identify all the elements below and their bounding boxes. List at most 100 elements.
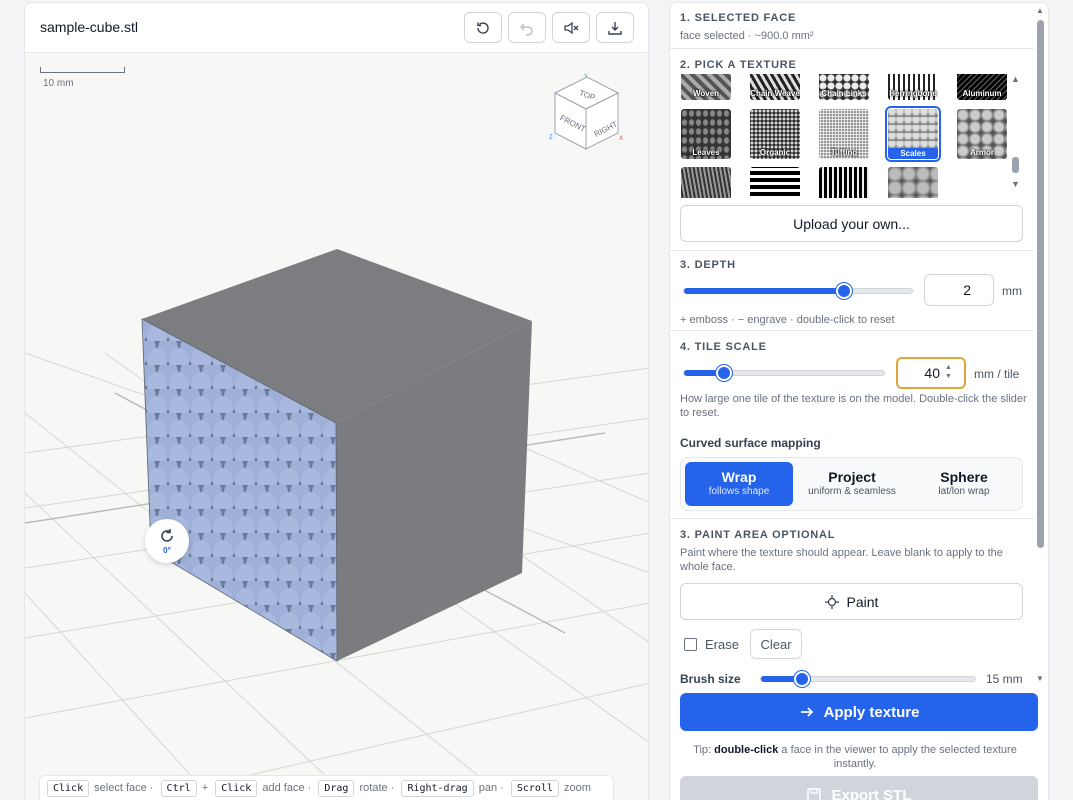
scene-svg: TOP FRONT RIGHT Y Z X xyxy=(25,74,648,800)
mapping-option-sub: follows shape xyxy=(708,486,770,497)
rotate-face-button[interactable]: 0° xyxy=(145,519,189,563)
texture-row3-4[interactable] xyxy=(888,167,938,198)
texture-label: Herringbone xyxy=(889,89,937,98)
brush-size-label: Brush size xyxy=(680,672,741,686)
download-icon xyxy=(608,21,622,35)
clear-button[interactable]: Clear xyxy=(750,629,802,659)
tip-bold: double-click xyxy=(714,744,779,756)
section-title: 3. PAINT AREA OPTIONAL xyxy=(680,529,836,541)
viewport-3d[interactable]: 10 mm TOP FRONT RIGHT Y Z X 0° Click sel… xyxy=(25,53,648,800)
model-cube[interactable] xyxy=(141,249,532,662)
texture-label: Organic xyxy=(759,148,791,157)
paint-button[interactable]: Paint xyxy=(680,583,1023,620)
axis-x-label: X xyxy=(619,136,623,142)
depth-slider[interactable] xyxy=(683,283,913,299)
reset-view-button[interactable] xyxy=(464,12,502,43)
mapping-sphere[interactable]: Sphere lat/lon wrap xyxy=(910,462,1018,506)
axis-y-label: Y xyxy=(584,74,588,80)
section-title: 1. SELECTED FACE xyxy=(680,12,797,24)
panel-scrollbar[interactable]: ▲ ▼ xyxy=(1034,6,1046,690)
viewer-panel: sample-cube.stl 10 mm TOP FRONT RIGHT Y … xyxy=(24,2,649,800)
stepper-icon[interactable]: ▲ ▼ xyxy=(945,363,952,381)
scroll-up-icon[interactable]: ▲ xyxy=(1011,74,1020,84)
paint-label: Paint xyxy=(846,593,879,610)
texture-label: Aluminum xyxy=(962,89,1002,98)
mapping-segmented-control: Wrap follows shape Project uniform & sea… xyxy=(680,457,1023,511)
texture-scales[interactable]: Scales xyxy=(885,106,941,162)
hint-key: Drag xyxy=(318,780,355,797)
rotation-label: 0° xyxy=(163,546,171,555)
hint-text: rotate · xyxy=(359,782,395,794)
hint-key: Click xyxy=(215,780,258,797)
texture-organic[interactable]: Organic xyxy=(750,109,800,159)
export-stl-button[interactable]: Export STL xyxy=(680,776,1038,800)
depth-slider-fill xyxy=(684,288,844,294)
reset-icon xyxy=(477,21,489,34)
texture-chain-weave[interactable]: Chain Weave xyxy=(750,74,800,100)
texture-woven[interactable]: Woven xyxy=(681,74,731,100)
hint-text: select face · xyxy=(94,782,154,794)
download-button[interactable] xyxy=(596,12,634,43)
texture-tufting[interactable]: Tufting xyxy=(819,109,869,159)
brush-size-value: 15 mm xyxy=(986,672,1023,686)
rotate-icon xyxy=(161,529,173,542)
hint-text: zoom xyxy=(564,782,591,794)
undo-button[interactable] xyxy=(508,12,546,43)
texture-scroll[interactable]: ▲ ▼ xyxy=(1010,74,1022,194)
export-stl-label: Export STL xyxy=(831,786,912,800)
tile-scale-input[interactable]: 40 xyxy=(896,357,966,389)
section-title: 2. PICK A TEXTURE xyxy=(680,59,797,71)
section-selected-face: 1. SELECTED FACE face selected · ~900.0 … xyxy=(670,3,1034,49)
erase-checkbox[interactable] xyxy=(684,638,697,651)
hint-key: Right-drag xyxy=(401,780,474,797)
depth-hint: + emboss · − engrave · double-click to r… xyxy=(680,314,895,326)
tile-scale-slider[interactable] xyxy=(683,365,885,381)
mapping-wrap[interactable]: Wrap follows shape xyxy=(685,462,793,506)
hint-key: Scroll xyxy=(510,780,559,797)
texture-label: Leaves xyxy=(692,148,720,157)
save-icon xyxy=(807,788,822,800)
depth-unit: mm xyxy=(1002,284,1022,298)
texture-label: Armor xyxy=(969,148,994,157)
upload-texture-button[interactable]: Upload your own... xyxy=(680,205,1023,242)
hint-text: pan · xyxy=(478,782,504,794)
shortcut-hints: Click select face · Ctrl + Click add fac… xyxy=(39,775,614,800)
paint-hint: Paint where the texture should appear. L… xyxy=(680,547,1003,573)
texture-label: Woven xyxy=(692,89,720,98)
texture-chain-links[interactable]: Chain Links xyxy=(819,74,869,100)
scrollbar-thumb[interactable] xyxy=(1037,20,1044,548)
hint-text: add face · xyxy=(262,782,312,794)
erase-label: Erase xyxy=(705,637,739,652)
view-cube[interactable]: TOP FRONT RIGHT Y Z X xyxy=(549,74,623,150)
texture-aluminum[interactable]: Aluminum xyxy=(957,74,1007,100)
scrollbar-down-icon[interactable]: ▼ xyxy=(1036,674,1044,683)
brush-slider-thumb[interactable] xyxy=(793,671,810,687)
texture-row3-2[interactable] xyxy=(750,167,800,198)
texture-label: Tufting xyxy=(830,148,858,157)
scrollbar-up-icon[interactable]: ▲ xyxy=(1036,6,1044,15)
depth-input[interactable]: 2 xyxy=(924,274,994,306)
apply-texture-button[interactable]: Apply texture xyxy=(680,693,1038,731)
texture-leaves[interactable]: Leaves xyxy=(681,109,731,159)
tile-scale-unit: mm / tile xyxy=(974,367,1020,381)
mapping-project[interactable]: Project uniform & seamless xyxy=(798,462,906,506)
texture-label: Scales xyxy=(888,148,938,159)
tip-prefix: Tip: xyxy=(693,744,715,756)
texture-herringbone[interactable]: Herringbone xyxy=(888,74,938,100)
texture-armor[interactable]: Armor xyxy=(957,109,1007,159)
scroll-down-icon[interactable]: ▼ xyxy=(1011,179,1020,189)
texture-scroll-thumb[interactable] xyxy=(1012,157,1019,173)
section-paint: 3. PAINT AREA OPTIONAL Paint where the t… xyxy=(670,519,1034,800)
mute-button[interactable] xyxy=(552,12,590,43)
section-title: 4. TILE SCALE xyxy=(680,341,767,353)
texture-row3-3[interactable] xyxy=(819,167,869,198)
file-title: sample-cube.stl xyxy=(40,19,139,35)
texture-label: Chain Weave xyxy=(750,89,800,98)
depth-slider-thumb[interactable] xyxy=(835,283,852,299)
viewer-header: sample-cube.stl xyxy=(25,3,648,53)
tile-scale-slider-thumb[interactable] xyxy=(716,365,732,381)
texture-row3-1[interactable] xyxy=(681,167,731,198)
axis-z-label: Z xyxy=(549,135,553,141)
texture-label: Chain Links xyxy=(821,89,867,98)
brush-size-slider[interactable] xyxy=(760,671,976,687)
